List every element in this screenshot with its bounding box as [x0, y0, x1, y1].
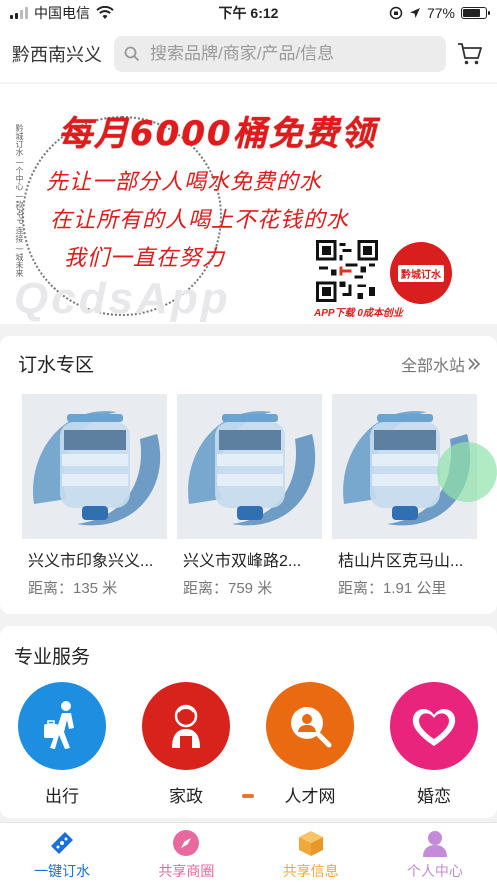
tab-label: 共享商圈	[158, 863, 215, 879]
all-stations-label: 全部水站	[400, 357, 465, 375]
water-ticket-icon	[51, 832, 74, 854]
tab-label: 一键订水	[34, 863, 91, 879]
banner-watermark: QcdsApp	[14, 274, 231, 323]
service-talent-network[interactable]: 人才网	[248, 682, 372, 807]
service-dating[interactable]: 婚恋	[372, 682, 496, 807]
battery-icon	[461, 7, 490, 19]
tab-profile[interactable]: 个人中心	[373, 823, 497, 883]
professional-services-section: 专业服务 出行 家政 人才网 婚恋	[0, 626, 497, 818]
tab-shared-info[interactable]: 共享信息	[249, 823, 373, 883]
brand-logo-text: 黔城订水	[398, 264, 444, 282]
service-icon-circle	[18, 682, 106, 770]
page-indicator	[242, 794, 254, 798]
search-input[interactable]	[150, 44, 430, 64]
housekeeper-icon	[172, 704, 200, 748]
station-name: 兴义市双峰路2...	[183, 553, 302, 570]
traveler-icon	[44, 701, 74, 749]
floating-assistive-button[interactable]	[437, 442, 497, 502]
water-order-section: 订水专区 全部水站 兴义市印象兴义... 距离：135 米 兴义市双峰路2...…	[0, 336, 497, 614]
location-icon	[409, 8, 420, 18]
user-icon	[422, 831, 447, 857]
station-distance: 距离：135 米	[28, 580, 118, 597]
banner-line-3: 我们一直在努力	[64, 246, 226, 271]
carrier-label: 中国电信	[34, 5, 90, 21]
station-distance: 距离：759 米	[183, 580, 273, 597]
tab-label: 共享信息	[282, 863, 339, 879]
banner-side-text: 黔城订水 一个中心 一款APP 连接 一城未来	[15, 124, 24, 277]
tab-shared-business[interactable]: 共享商圈	[124, 823, 248, 883]
station-card[interactable]: 兴义市双峰路2... 距离：759 米	[177, 394, 322, 598]
shopping-cart-icon	[458, 43, 482, 65]
banner-caption: APP下载 0成本创业	[314, 308, 403, 319]
promo-banner[interactable]: 黔城订水 一个中心 一款APP 连接 一城未来 每月6000桶免费领 先让一部分…	[0, 84, 497, 324]
heart-icon	[412, 709, 456, 746]
city-selector[interactable]: 黔西南兴义	[12, 41, 102, 67]
service-icon-circle	[142, 682, 230, 770]
compass-icon	[173, 830, 200, 856]
brand-logo: 黔城订水	[390, 242, 452, 304]
search-icon	[124, 46, 140, 62]
double-chevron-right-icon	[468, 357, 481, 370]
station-name: 兴义市印象兴义...	[28, 553, 154, 570]
banner-line-1: 先让一部分人喝水免费的水	[46, 170, 323, 195]
bottom-tab-bar: 一键订水 共享商圈 共享信息 个人中心	[0, 822, 497, 883]
search-bar[interactable]	[114, 36, 446, 72]
service-housekeeping[interactable]: 家政	[124, 682, 248, 807]
tab-order-water[interactable]: 一键订水	[0, 823, 124, 883]
service-travel[interactable]: 出行	[0, 682, 124, 807]
station-distance: 距离：1.91 公里	[338, 580, 447, 597]
banner-title: 每月6000桶免费领	[58, 114, 377, 154]
cart-button[interactable]	[455, 39, 485, 69]
section-title: 订水专区	[18, 355, 95, 376]
service-label: 家政	[169, 787, 203, 806]
service-label: 出行	[45, 787, 79, 806]
signal-icon	[10, 7, 28, 19]
app-header: 黔西南兴义	[0, 26, 497, 82]
service-icon-circle	[390, 682, 478, 770]
status-bar: 中国电信 下午 6:12 77%	[0, 0, 497, 26]
water-bottle-image	[177, 394, 322, 539]
service-label: 人才网	[284, 787, 336, 806]
station-name: 桔山片区克马山...	[338, 553, 464, 570]
service-icon-circle	[266, 682, 354, 770]
qr-code-icon	[316, 240, 378, 302]
tab-label: 个人中心	[406, 863, 463, 879]
station-card[interactable]: 兴义市印象兴义... 距离：135 米	[22, 394, 167, 598]
talent-search-icon	[291, 707, 332, 748]
battery-percent: 77%	[426, 5, 455, 21]
wifi-icon	[96, 6, 114, 19]
all-stations-link[interactable]: 全部水站	[401, 352, 481, 376]
box-icon	[298, 831, 323, 856]
section-title: 专业服务	[14, 647, 91, 668]
service-label: 婚恋	[417, 787, 451, 806]
water-bottle-image	[22, 394, 167, 539]
orientation-lock-icon	[389, 6, 403, 20]
banner-line-2: 在让所有的人喝上不花钱的水	[50, 208, 350, 233]
